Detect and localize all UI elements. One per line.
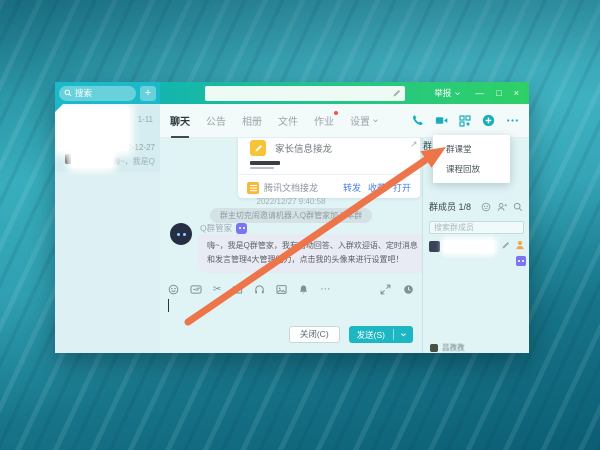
search-icon [64, 89, 72, 97]
menu-item-course-replay[interactable]: 课程回放 [433, 159, 510, 179]
maximize-button[interactable]: □ [496, 88, 501, 98]
member-search-input[interactable] [429, 221, 524, 234]
send-button[interactable]: 发送(S) [349, 326, 413, 343]
edit-pencil-icon [392, 89, 401, 98]
window-controls: — □ × [475, 88, 519, 98]
doc-card-actions: 转发 收藏 打开 [343, 181, 411, 194]
chat-main-area: 家长信息接龙 腾讯文档接龙 转发 收藏 打开 ↗ 2022/12/27 9:40… [160, 138, 422, 353]
tab-bar: 聊天 公告 相册 文件 作业 设置 [160, 104, 529, 138]
tab-files[interactable]: 文件 [278, 113, 298, 128]
doc-card-header: 家长信息接龙 [238, 138, 420, 158]
message-bubble: 嗨~，我是Q群管家，我有自动回答、入群欢迎语、定时消息和发言管理4大管理能力，点… [198, 234, 422, 273]
members-count-label: 群成员 1/8 [429, 200, 471, 213]
corner-triangle [55, 104, 63, 112]
audio-icon[interactable] [254, 284, 265, 295]
invite-member-icon[interactable] [497, 202, 507, 212]
search-placeholder: 搜索 [75, 87, 92, 99]
chat-list-panel: 1-11 2022-12-27 嗨~，我是Q [55, 104, 160, 353]
favorite-link[interactable]: 收藏 [368, 181, 386, 194]
partial-group-label: 群 [423, 139, 432, 152]
close-chat-button[interactable]: 关闭(C) [289, 326, 340, 343]
member-row-bottom[interactable]: 吕孜孜 [430, 342, 465, 353]
history-icon[interactable] [403, 284, 414, 295]
titlebar-left: 搜索 + [55, 82, 160, 104]
sender-name-row: Q群管家 [200, 222, 247, 234]
robot-member-icon[interactable] [516, 256, 526, 266]
members-header-row: 群成员 1/8 [429, 200, 523, 213]
edit-nickname-icon[interactable] [501, 241, 510, 250]
add-chat-button[interactable]: + [140, 86, 156, 101]
doc-footer-label: 腾讯文档接龙 [264, 181, 318, 194]
bell-icon[interactable] [298, 284, 309, 295]
tab-settings[interactable]: 设置 [350, 113, 379, 128]
anonymous-face-icon[interactable] [481, 202, 491, 212]
minimize-button[interactable]: — [475, 88, 484, 98]
add-circle-icon[interactable] [482, 114, 495, 127]
report-control[interactable]: 举报 [434, 87, 461, 99]
owner-member-icon [515, 240, 525, 250]
titlebar: 搜索 + 举报 — □ × [55, 82, 529, 104]
doc-card-footer: 腾讯文档接龙 转发 收藏 打开 [238, 175, 420, 194]
search-member-icon[interactable] [513, 202, 523, 212]
jump-arrow-icon[interactable]: ↗ [410, 139, 418, 150]
member-avatar [429, 241, 440, 252]
tencent-doc-icon [247, 182, 259, 194]
chat-action-icons [411, 114, 519, 127]
open-link[interactable]: 打开 [393, 181, 411, 194]
member-avatar [430, 344, 438, 352]
censor-blur-block [57, 107, 129, 151]
screen-share-icon[interactable] [459, 115, 471, 127]
folder-icon[interactable] [232, 284, 243, 295]
doc-card-title: 家长信息接龙 [275, 141, 332, 155]
member-name: 吕孜孜 [442, 342, 465, 353]
menu-item-group-classroom[interactable]: 群课堂 [433, 139, 510, 159]
sender-name: Q群管家 [200, 222, 232, 234]
send-options-chevron[interactable] [394, 331, 413, 338]
tab-homework[interactable]: 作业 [314, 113, 334, 128]
robot-badge-icon [236, 223, 247, 234]
tencent-docs-logo [250, 161, 420, 169]
picture-icon[interactable] [276, 284, 287, 295]
chat-range-label: 1-11 [138, 115, 153, 124]
gif-icon[interactable] [190, 284, 202, 295]
robot-avatar[interactable] [170, 223, 192, 245]
system-message-row: 群主切克闹邀请机器人Q群管家加入本群 [160, 208, 422, 223]
titlebar-right: 举报 — □ × [160, 82, 529, 104]
censor-blur-block [71, 150, 113, 168]
report-label: 举报 [434, 87, 451, 99]
group-name-input[interactable] [205, 86, 405, 101]
toolbar-right-icons [380, 284, 414, 295]
censor-blur-block [444, 240, 494, 253]
classroom-popup-menu: 群课堂 课程回放 [433, 135, 510, 183]
chat-item-preview: 嗨~，我是Q [112, 156, 155, 167]
notification-dot [334, 111, 338, 115]
close-button[interactable]: × [514, 88, 519, 98]
member-row[interactable] [423, 240, 529, 255]
input-toolbar: ✂ ⋯ [168, 284, 414, 295]
video-call-icon[interactable] [435, 114, 448, 127]
chat-list-item-selected[interactable]: 1-11 2022-12-27 嗨~，我是Q [55, 104, 160, 172]
chevron-down-icon [454, 90, 461, 97]
members-header-icons [481, 202, 523, 212]
doc-relay-card[interactable]: 家长信息接龙 腾讯文档接龙 转发 收藏 打开 [238, 138, 420, 198]
chevron-down-icon [372, 117, 379, 124]
forward-link[interactable]: 转发 [343, 181, 361, 194]
expand-icon[interactable] [380, 284, 391, 295]
more-icon[interactable] [506, 114, 519, 127]
system-message: 群主切克闹邀请机器人Q群管家加入本群 [210, 208, 372, 223]
message-input[interactable] [164, 296, 418, 322]
emoji-icon[interactable] [168, 284, 179, 295]
tab-album[interactable]: 相册 [242, 113, 262, 128]
search-input[interactable]: 搜索 [59, 86, 136, 101]
message-timestamp: 2022/12/27 9:40:58 [160, 197, 422, 206]
tab-chat[interactable]: 聊天 [170, 113, 190, 128]
screenshot-icon[interactable]: ✂ [213, 285, 221, 295]
qq-group-chat-window: 搜索 + 举报 — □ × 1-11 2022-12-27 嗨~，我是Q [55, 82, 529, 353]
bottom-buttons: 关闭(C) 发送(S) [289, 326, 413, 343]
relay-pencil-icon [250, 140, 266, 156]
chevron-down-icon [400, 331, 407, 338]
tab-announcement[interactable]: 公告 [206, 113, 226, 128]
voice-call-icon[interactable] [411, 114, 424, 127]
more-tools-icon[interactable]: ⋯ [320, 285, 330, 295]
